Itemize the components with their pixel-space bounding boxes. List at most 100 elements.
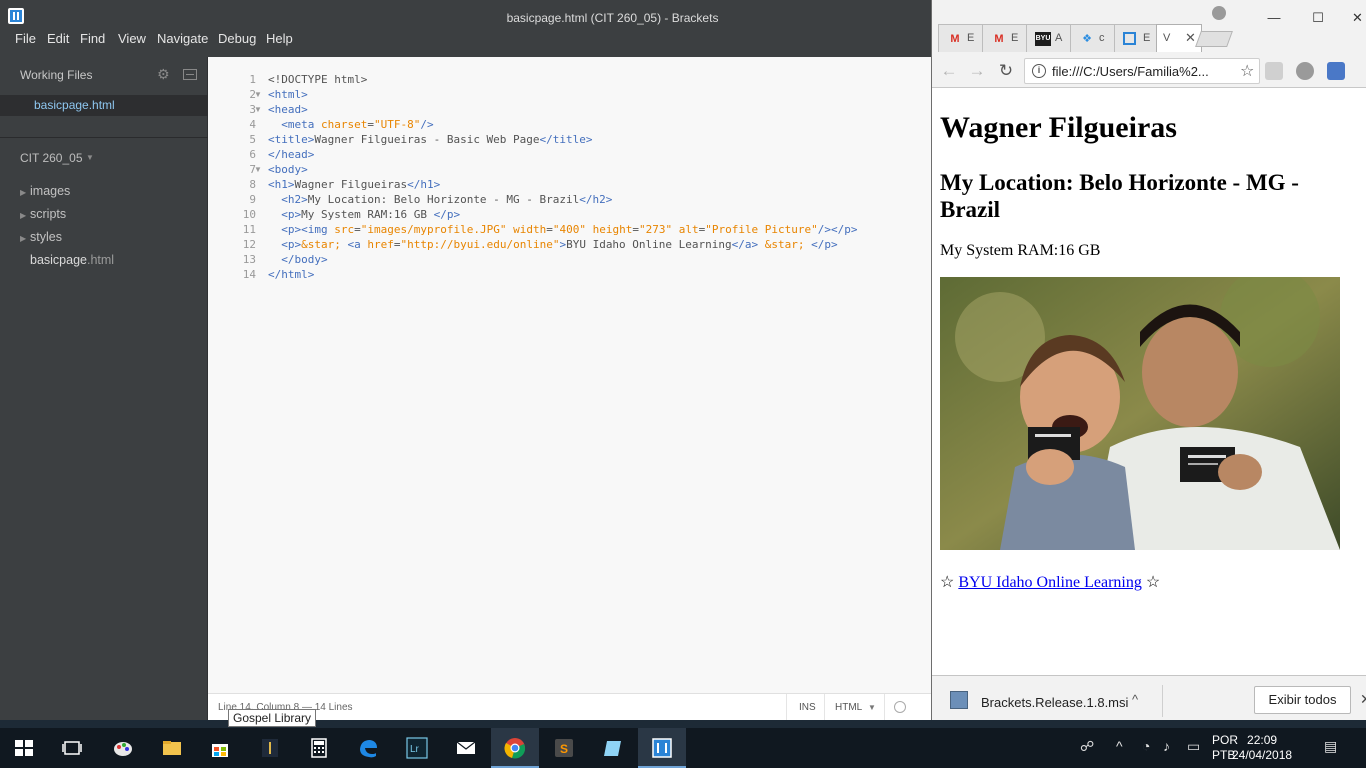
task-view-button[interactable] <box>48 728 96 768</box>
system-clock[interactable]: 22:09 24/04/2018 <box>1232 733 1292 763</box>
code-line[interactable]: </head> <box>268 147 314 162</box>
menu-bar: File Edit Find View Navigate Debug Help <box>0 30 930 54</box>
menu-file[interactable]: File <box>15 31 36 46</box>
menu-edit[interactable]: Edit <box>47 31 69 46</box>
sublime-icon: S <box>555 739 573 757</box>
minimize-button[interactable]: — <box>1260 8 1288 28</box>
menu-view[interactable]: View <box>118 31 146 46</box>
code-line[interactable]: <p>&star; <a href="http://byui.edu/onlin… <box>268 237 837 252</box>
people-icon[interactable]: ☍ <box>1080 738 1094 755</box>
address-bar[interactable]: i file:///C:/Users/Familia%2... ☆ <box>1024 58 1260 84</box>
forward-icon[interactable]: → <box>966 60 988 82</box>
tree-folder-scripts[interactable]: ▶ scripts <box>20 207 66 221</box>
new-tab-button[interactable] <box>1195 31 1233 47</box>
byu-online-link[interactable]: BYU Idaho Online Learning <box>958 574 1142 591</box>
maximize-button[interactable]: ☐ <box>1304 8 1332 28</box>
taskbar-chrome[interactable] <box>491 728 539 768</box>
code-line[interactable]: <p>My System RAM:16 GB </p> <box>268 207 460 222</box>
taskbar-mail[interactable] <box>442 728 490 768</box>
url-text[interactable]: file:///C:/Users/Familia%2... <box>1052 64 1209 79</box>
tab-active-page[interactable]: V ✕ <box>1156 24 1202 52</box>
code-line[interactable]: <head> <box>268 102 308 117</box>
tab-dropbox[interactable]: ❖ c <box>1070 24 1116 52</box>
gear-icon[interactable]: ⚙ <box>157 67 171 81</box>
code-line[interactable]: </body> <box>268 252 327 267</box>
taskbar-file-explorer[interactable] <box>148 728 196 768</box>
close-icon[interactable]: ✕ <box>1360 691 1366 708</box>
code-line[interactable]: <h1>Wagner Filgueiras</h1> <box>268 177 440 192</box>
code-line[interactable]: <!DOCTYPE html> <box>268 72 367 87</box>
chevron-up-icon[interactable]: ^ <box>1132 692 1138 707</box>
tree-folder-label: images <box>30 184 71 198</box>
taskbar-brackets[interactable] <box>638 728 686 768</box>
volume-icon[interactable]: ♪ <box>1163 738 1170 754</box>
store-bag-icon <box>212 744 228 757</box>
taskbar-store[interactable] <box>196 728 244 768</box>
start-button[interactable] <box>0 728 48 768</box>
line-number: 6 <box>249 148 256 161</box>
chrome-window: M E M E BYU A ❖ c E V ✕ — ☐ ✕ ← → ↻ i fi… <box>931 0 1366 725</box>
chevron-down-icon[interactable]: ▼ <box>868 703 876 712</box>
star-icon[interactable]: ☆ <box>1240 61 1254 81</box>
split-view-icon[interactable] <box>183 69 197 80</box>
fold-arrow-icon[interactable]: ▼ <box>254 102 262 117</box>
installer-file-icon[interactable] <box>950 691 968 709</box>
reload-icon[interactable]: ↻ <box>995 60 1017 82</box>
line-number: 5 <box>249 133 256 146</box>
code-editor[interactable]: 1 2 ▼ 3 ▼ 4 5 6 7 ▼ 8 9 10 11 12 13 14 <!DOCTYPE html> <h… <box>208 57 932 693</box>
fold-arrow-icon[interactable]: ▼ <box>254 162 262 177</box>
pdf-extension-icon[interactable] <box>1265 62 1283 80</box>
taskbar-lightroom[interactable]: Lr <box>393 728 441 768</box>
fold-arrow-icon[interactable]: ▼ <box>254 87 262 102</box>
battery-icon[interactable]: ▭ <box>1187 738 1200 755</box>
chevron-down-icon[interactable]: ▼ <box>86 153 94 162</box>
show-all-downloads-button[interactable]: Exibir todos <box>1254 686 1351 714</box>
tab-byu[interactable]: BYU A <box>1026 24 1072 52</box>
code-line[interactable]: <body> <box>268 162 308 177</box>
menu-find[interactable]: Find <box>80 31 105 46</box>
menu-help[interactable]: Help <box>266 31 293 46</box>
wifi-icon[interactable]: ◔ <box>1142 738 1150 754</box>
insert-mode-toggle[interactable]: INS <box>799 702 816 713</box>
profile-icon[interactable] <box>1212 6 1226 20</box>
download-filename[interactable]: Brackets.Release.1.8.msi <box>981 695 1128 710</box>
close-icon[interactable]: ✕ <box>1185 30 1196 46</box>
code-line[interactable]: <html> <box>268 87 308 102</box>
translate-extension-icon[interactable] <box>1327 62 1345 80</box>
close-window-button[interactable]: ✕ <box>1348 8 1366 28</box>
settings-extension-icon[interactable] <box>1296 62 1314 80</box>
taskbar-edge[interactable] <box>344 728 392 768</box>
ram-paragraph: My System RAM:16 GB <box>940 242 1101 259</box>
tab-gmail-1[interactable]: M E <box>938 24 984 52</box>
chevron-up-icon[interactable]: ^ <box>1116 738 1123 754</box>
project-dropdown[interactable]: CIT 260_05 <box>20 151 83 165</box>
taskbar-sublime[interactable]: S <box>540 728 588 768</box>
clock-time: 22:09 <box>1247 733 1278 747</box>
menu-debug[interactable]: Debug <box>218 31 256 46</box>
taskbar-paint-app[interactable] <box>99 728 147 768</box>
tree-file-basicpage[interactable]: basicpage.html <box>30 253 114 267</box>
code-line[interactable]: <meta charset="UTF-8"/> <box>268 117 433 132</box>
window-edge <box>0 720 1366 728</box>
working-file-item[interactable]: basicpage.html <box>0 95 208 116</box>
code-line[interactable]: </html> <box>268 267 314 282</box>
lightroom-icon: Lr <box>406 737 428 759</box>
tree-folder-styles[interactable]: ▶ styles <box>20 230 62 244</box>
linter-status-icon[interactable] <box>894 701 906 713</box>
code-line[interactable]: <p><img src="images/myprofile.JPG" width… <box>268 222 857 237</box>
info-icon[interactable]: i <box>1032 64 1046 78</box>
language-select[interactable]: HTML <box>835 702 862 713</box>
menu-navigate[interactable]: Navigate <box>157 31 208 46</box>
notifications-icon[interactable]: ▤ <box>1324 738 1337 755</box>
code-line[interactable]: <h2>My Location: Belo Horizonte - MG - B… <box>268 192 612 207</box>
folder-icon <box>163 741 181 755</box>
code-line[interactable]: <title>Wagner Filgueiras - Basic Web Pag… <box>268 132 593 147</box>
tab-brackets[interactable]: E <box>1114 24 1160 52</box>
taskbar-gospel-library[interactable] <box>246 728 294 768</box>
back-icon[interactable]: ← <box>938 60 960 82</box>
taskbar-notes[interactable] <box>589 728 637 768</box>
tab-gmail-2[interactable]: M E <box>982 24 1028 52</box>
taskbar-calculator[interactable] <box>295 728 343 768</box>
brackets-app-icon[interactable] <box>8 8 24 24</box>
tree-folder-images[interactable]: ▶ images <box>20 184 70 198</box>
